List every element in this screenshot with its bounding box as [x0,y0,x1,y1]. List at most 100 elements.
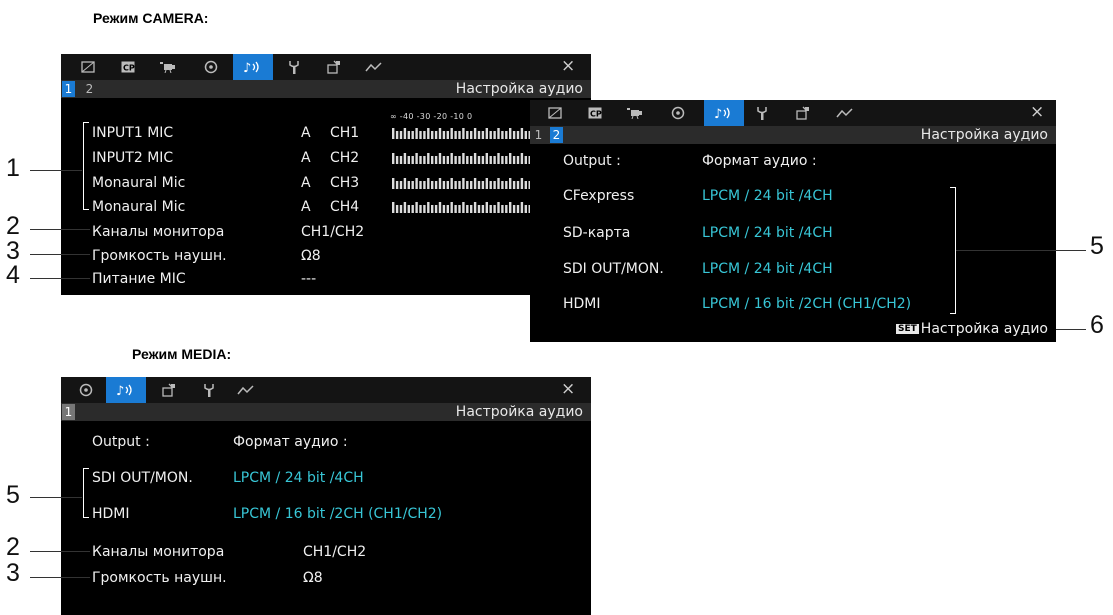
input-row-channel: CH1 [330,125,360,141]
disc-icon[interactable] [196,54,226,80]
cp-icon[interactable]: CP [113,54,143,80]
callout-line-3 [30,254,90,255]
page-tab-2[interactable]: 2 [550,127,563,143]
output-row-format: LPCM / 24 bit /4CH [702,261,833,277]
audio-level-meter [392,202,531,213]
callout-line-5-media [30,497,82,498]
input-row-label: Monaural Mic [92,175,186,191]
tab-bar: CP ♪ × [61,54,591,80]
mic-power-value: --- [301,271,317,287]
wrench-icon[interactable] [747,100,777,126]
media-mode-heading: Режим MEDIA: [132,346,232,362]
output-row-label[interactable]: HDMI [92,506,130,522]
monitor-channels-value: CH1/CH2 [301,224,365,240]
close-icon[interactable]: × [561,379,575,399]
screen-title: Настройка аудио [920,127,1048,143]
set-button-icon: SET [896,324,919,334]
format-header: Формат аудио : [233,434,348,450]
input-row-mode: A [301,175,311,191]
custom-icon[interactable] [154,377,184,403]
close-icon[interactable]: × [1030,102,1044,122]
headphone-icon: Ω [303,570,314,586]
callout-2-media: 2 [6,533,20,561]
output-header: Output : [563,153,621,169]
output-row-label[interactable]: SD-карта [563,225,630,241]
headphone-volume-number: 8 [313,570,323,586]
tab-bar: CP ♪ × [530,100,1056,126]
callout-3-media: 3 [6,559,20,587]
screen-title: Настройка аудио [455,81,583,97]
page-tab-1[interactable]: 1 [532,127,545,143]
custom-icon[interactable] [319,54,349,80]
mic-power-label[interactable]: Питание MIC [92,271,186,287]
svg-text:♪: ♪ [243,61,251,74]
disc-icon[interactable] [663,100,693,126]
audio-level-meter [392,153,531,164]
headphone-volume-label[interactable]: Громкость наушн. [92,248,227,264]
input-row-channel: CH2 [330,150,360,166]
output-row-format: LPCM / 24 bit /4CH [233,470,364,486]
output-rows-bracket [83,468,89,518]
audio-level-meter [392,178,531,189]
meter-scale: ∞ -40 -30 -20 -10 0 [390,112,473,121]
output-row-label[interactable]: HDMI [563,296,601,312]
svg-text:♪: ♪ [116,384,124,397]
callout-6: 6 [1090,311,1104,339]
callout-line-2 [30,229,90,230]
cp-icon[interactable]: CP [580,100,610,126]
media-audio-screen: ♪ × 1 Настройка аудио Output : Формат ау… [61,377,591,615]
svg-text:♪: ♪ [714,107,722,120]
input-row-channel: CH4 [330,199,360,215]
audio-icon[interactable]: ♪ [106,377,146,403]
audio-setup-hint[interactable]: SET Настройка аудио [896,321,1048,337]
camera-mode-heading: Режим CAMERA: [93,10,209,26]
callout-line-3-media [30,577,90,578]
output-row-format: LPCM / 24 bit /4CH [702,188,833,204]
camera-icon[interactable] [153,54,183,80]
headphone-volume-label[interactable]: Громкость наушн. [92,570,227,586]
disc-icon[interactable] [71,377,101,403]
output-row-label[interactable]: SDI OUT/MON. [92,470,193,486]
callout-line-2-media [30,551,90,552]
page-tab-2[interactable]: 2 [83,81,96,97]
callout-line-6 [1056,329,1086,330]
assist-icon[interactable] [830,100,860,126]
screen-title: Настройка аудио [455,404,583,420]
headphone-volume-value: Ω8 [301,248,321,264]
frame-icon[interactable] [540,100,570,126]
input-row-mode: A [301,199,311,215]
output-header: Output : [92,434,150,450]
monitor-channels-value: CH1/CH2 [303,544,367,560]
frame-icon[interactable] [73,54,103,80]
custom-icon[interactable] [788,100,818,126]
callout-line-1 [30,170,82,171]
input-row-label: Monaural Mic [92,199,186,215]
camera-audio-screen-page1: CP ♪ × 1 2 Настройка аудио ∞ -40 -30 -20… [61,54,591,295]
output-row-format: LPCM / 16 bit /2CH (CH1/CH2) [233,506,443,522]
close-icon[interactable]: × [561,56,575,76]
callout-4: 4 [6,261,20,289]
camera-audio-screen-page2: CP ♪ × 1 2 Настройка аудио Output : Форм… [530,100,1056,342]
input-row-label: INPUT2 MIC [92,150,174,166]
monitor-channels-label[interactable]: Каналы монитора [92,544,224,560]
wrench-icon[interactable] [194,377,224,403]
callout-5: 5 [1090,232,1104,260]
camera-icon[interactable] [620,100,650,126]
output-row-label[interactable]: CFexpress [563,188,634,204]
input-row-mode: A [301,125,311,141]
audio-icon[interactable]: ♪ [704,100,744,126]
callout-1: 1 [6,154,20,182]
wrench-icon[interactable] [279,54,309,80]
input-row-mode: A [301,150,311,166]
audio-icon[interactable]: ♪ [233,54,273,80]
page-tab-1[interactable]: 1 [62,404,75,420]
tab-bar: ♪ × [61,377,591,403]
output-row-format: LPCM / 24 bit /4CH [702,225,833,241]
output-row-label[interactable]: SDI OUT/MON. [563,261,664,277]
headphone-icon: Ω [301,248,312,264]
assist-icon[interactable] [359,54,389,80]
page-tab-1[interactable]: 1 [62,81,75,97]
assist-icon[interactable] [231,377,261,403]
monitor-channels-label[interactable]: Каналы монитора [92,224,224,240]
callout-line-5 [956,250,1086,251]
